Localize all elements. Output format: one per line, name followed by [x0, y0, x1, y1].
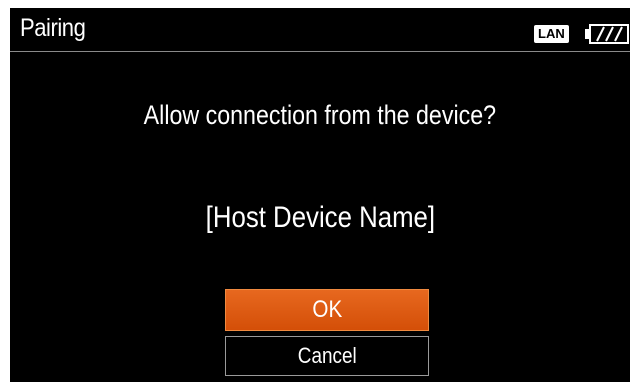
confirmation-message: Allow connection from the device?	[10, 100, 630, 131]
battery-icon	[585, 24, 629, 44]
cancel-button-label: Cancel	[297, 343, 357, 368]
host-device-name-text: [Host Device Name]	[205, 201, 435, 234]
page-title: Pairing	[20, 14, 86, 42]
ok-button[interactable]: OK	[225, 289, 429, 331]
host-device-name: [Host Device Name]	[10, 201, 630, 235]
lan-icon: LAN	[534, 25, 569, 43]
ok-button-label: OK	[312, 296, 342, 323]
confirmation-message-text: Allow connection from the device?	[143, 100, 497, 130]
cancel-button[interactable]: Cancel	[225, 336, 429, 376]
pairing-screen: Pairing LAN Allow connection from the de…	[10, 8, 630, 382]
title-bar: Pairing LAN	[10, 8, 630, 52]
